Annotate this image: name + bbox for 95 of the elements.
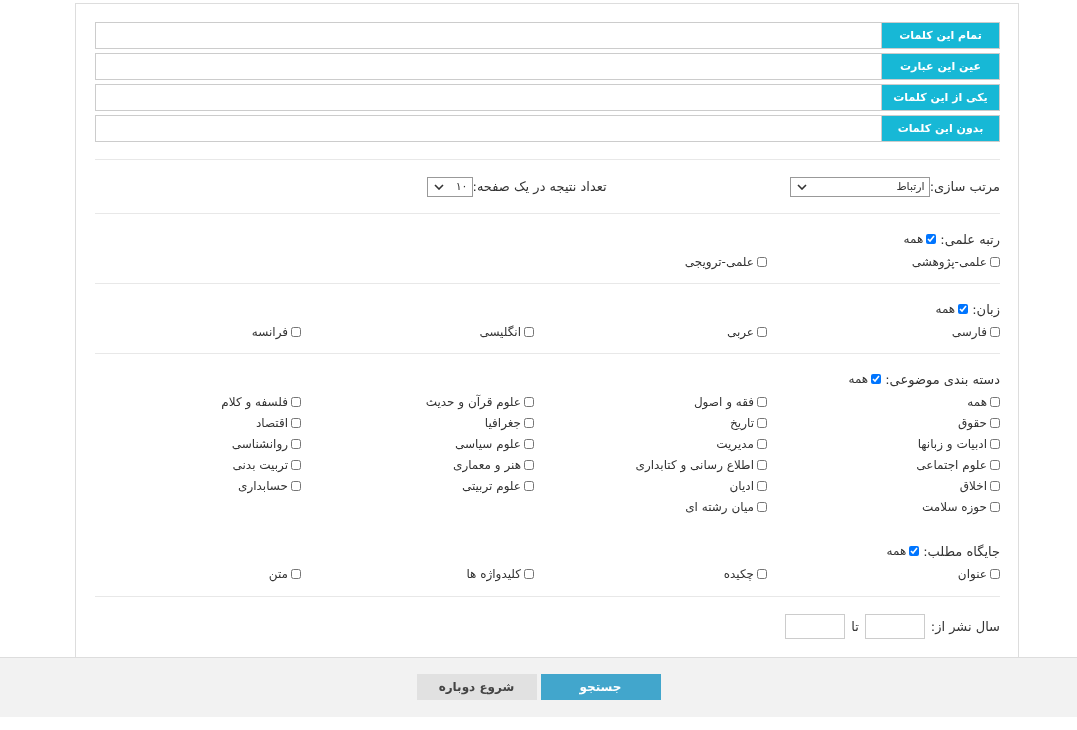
reset-button[interactable]: شروع دوباره	[416, 674, 537, 700]
input-field[interactable]	[95, 53, 881, 80]
checkbox-label[interactable]: علوم قرآن و حدیث	[425, 394, 521, 409]
checkbox[interactable]	[958, 304, 969, 314]
checkbox-label[interactable]: اخلاق	[959, 478, 987, 493]
checkbox[interactable]	[990, 459, 1000, 470]
input-field[interactable]	[95, 22, 881, 49]
checkbox[interactable]	[757, 396, 767, 407]
checkbox-label[interactable]: میان رشته ای	[685, 499, 754, 514]
checkbox-label[interactable]: جغرافیا	[484, 415, 521, 430]
checkbox-label[interactable]: متن	[268, 566, 288, 581]
input-field[interactable]	[785, 614, 846, 639]
checkbox[interactable]	[524, 459, 534, 470]
checkbox[interactable]	[990, 396, 1000, 407]
field-label: عین این عبارت	[881, 53, 1000, 80]
dropdown[interactable]: ۱۰	[426, 176, 473, 197]
checkbox[interactable]	[757, 438, 767, 449]
checkbox[interactable]	[990, 568, 1000, 579]
checkbox[interactable]	[291, 396, 301, 407]
checkbox-label[interactable]: حقوق	[958, 415, 987, 430]
chevron-down-icon	[796, 183, 807, 190]
checkbox[interactable]	[757, 326, 767, 337]
checkbox[interactable]	[524, 396, 534, 407]
checkbox[interactable]	[990, 417, 1000, 428]
checkbox[interactable]	[757, 417, 767, 428]
group-label: دسته بندی موضوعی:	[885, 371, 1000, 387]
checkbox[interactable]	[291, 459, 301, 470]
checkbox[interactable]	[524, 417, 534, 428]
checkbox[interactable]	[291, 480, 301, 491]
checkbox[interactable]	[990, 326, 1000, 337]
checkbox[interactable]	[757, 501, 767, 512]
checkbox-label[interactable]: انگلیسی	[479, 324, 521, 339]
checkbox[interactable]	[990, 501, 1000, 512]
checkbox-label[interactable]: عربی	[726, 324, 754, 339]
checkbox-label[interactable]: چکیده	[723, 566, 754, 581]
checkbox-label[interactable]: اطلاع رسانی و کتابداری	[635, 457, 754, 472]
field-label: تا	[851, 619, 859, 634]
checkbox-label[interactable]: حسابداری	[238, 478, 288, 493]
checkbox-label[interactable]: فارسی	[951, 324, 987, 339]
checkbox-label[interactable]: تاریخ	[730, 415, 754, 430]
checkbox[interactable]	[524, 438, 534, 449]
input-field[interactable]	[95, 84, 881, 111]
dropdown[interactable]: ارتباط	[789, 176, 930, 197]
checkbox[interactable]	[757, 480, 767, 491]
checkbox-label[interactable]: علوم تربیتی	[461, 478, 521, 493]
checkbox[interactable]	[926, 234, 937, 244]
checkbox-label[interactable]: علمی-ترویجی	[684, 254, 754, 269]
checkbox-label[interactable]: تربیت بدنی	[232, 457, 288, 472]
group-label: رتبه علمی:	[940, 231, 1000, 247]
checkbox-label[interactable]: همه	[967, 394, 987, 409]
checkbox-label[interactable]: همه	[886, 544, 907, 558]
input-field[interactable]	[95, 115, 881, 142]
checkbox-label[interactable]: حوزه سلامت	[922, 499, 987, 514]
checkbox-label[interactable]: فرانسه	[251, 324, 288, 339]
checkbox[interactable]	[990, 256, 1000, 267]
checkbox[interactable]	[291, 417, 301, 428]
checkbox[interactable]	[757, 459, 767, 470]
checkbox[interactable]	[524, 480, 534, 491]
checkbox[interactable]	[990, 480, 1000, 491]
field-label: تعداد نتیجه در یک صفحه:	[472, 179, 607, 194]
field-label: بدون این کلمات	[881, 115, 1000, 142]
group-label: جایگاه مطلب:	[923, 543, 1000, 559]
checkbox[interactable]	[291, 568, 301, 579]
checkbox[interactable]	[291, 326, 301, 337]
checkbox-label[interactable]: همه	[935, 302, 956, 316]
checkbox-label[interactable]: علوم سیاسی	[455, 436, 521, 451]
chevron-down-icon	[433, 183, 444, 190]
checkbox[interactable]	[909, 546, 920, 556]
group-label: زبان:	[972, 301, 1000, 317]
checkbox-label[interactable]: فلسفه و کلام	[221, 394, 288, 409]
field-label: سال نشر از:	[930, 619, 1000, 634]
checkbox-label[interactable]: اقتصاد	[255, 415, 288, 430]
field-label: تمام این کلمات	[881, 22, 1000, 49]
checkbox-label[interactable]: ادیان	[729, 478, 754, 493]
checkbox[interactable]	[524, 326, 534, 337]
checkbox-label[interactable]: همه	[848, 372, 869, 386]
checkbox[interactable]	[291, 438, 301, 449]
checkbox[interactable]	[757, 256, 767, 267]
checkbox[interactable]	[871, 374, 882, 384]
checkbox[interactable]	[990, 438, 1000, 449]
checkbox-label[interactable]: علوم اجتماعی	[916, 457, 987, 472]
field-label: مرتب سازی:	[929, 179, 1000, 194]
checkbox-label[interactable]: همه	[903, 232, 924, 246]
checkbox-label[interactable]: عنوان	[957, 566, 987, 581]
field-label: یکی از این کلمات	[881, 84, 1000, 111]
checkbox-label[interactable]: کلیدواژه ها	[466, 566, 521, 581]
input-field[interactable]	[864, 614, 925, 639]
checkbox-label[interactable]: هنر و معماری	[453, 457, 521, 472]
checkbox-label[interactable]: علمی-پژوهشی	[911, 254, 987, 269]
checkbox-label[interactable]: مدیریت	[716, 436, 754, 451]
checkbox[interactable]	[757, 568, 767, 579]
checkbox-label[interactable]: ادبیات و زبانها	[917, 436, 987, 451]
checkbox[interactable]	[524, 568, 534, 579]
checkbox-label[interactable]: روانشناسی	[231, 436, 288, 451]
checkbox-label[interactable]: فقه و اصول	[693, 394, 754, 409]
